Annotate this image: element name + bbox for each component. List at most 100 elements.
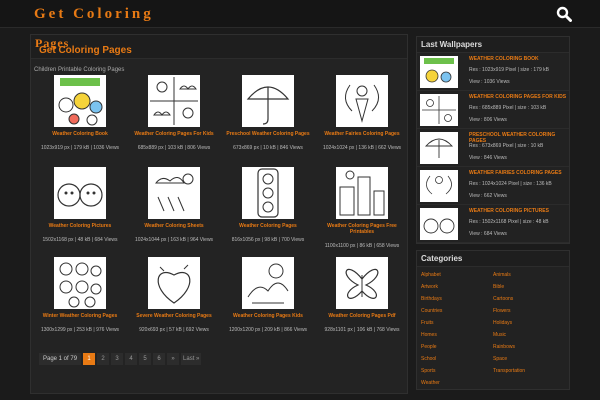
category-link-animals[interactable]: Animals bbox=[493, 271, 565, 279]
gallery-card[interactable]: Preschool Weather Coloring Pages 673x869… bbox=[222, 75, 314, 151]
coloring-page-thumbnail[interactable] bbox=[336, 167, 388, 219]
coloring-page-thumbnail[interactable] bbox=[336, 257, 388, 309]
pagination: Page 1 of 79 1 2 3 4 5 6 » Last » bbox=[39, 353, 202, 365]
category-link-cartoons[interactable]: Cartoons bbox=[493, 295, 565, 303]
wallpaper-views: View : 846 Views bbox=[469, 155, 507, 161]
coloring-page-thumbnail[interactable] bbox=[242, 257, 294, 309]
page-link-3[interactable]: 3 bbox=[111, 353, 124, 365]
wallpaper-views: View : 1036 Views bbox=[469, 79, 510, 85]
category-link-homes[interactable]: Homes bbox=[421, 331, 493, 339]
coloring-page-thumbnail[interactable] bbox=[242, 75, 294, 127]
card-title[interactable]: Weather Coloring Book bbox=[34, 131, 126, 137]
page-link-2[interactable]: 2 bbox=[97, 353, 110, 365]
category-link-birthdays[interactable]: Birthdays bbox=[421, 295, 493, 303]
gallery-card[interactable]: Weather Coloring Pictures 1502x1168 px |… bbox=[34, 167, 126, 243]
gallery-card[interactable]: Weather Coloring Pages Pdf 928x1101 px |… bbox=[316, 257, 408, 333]
wallpaper-title[interactable]: WEATHER COLORING PICTURES bbox=[469, 208, 549, 214]
gallery-card[interactable]: Weather Coloring Book 1023x919 px | 179 … bbox=[34, 75, 126, 151]
gallery-card[interactable]: Weather Coloring Sheets 1024x1044 px | 1… bbox=[128, 167, 220, 243]
coloring-page-thumbnail[interactable] bbox=[54, 257, 106, 309]
last-page-link[interactable]: Last » bbox=[181, 353, 202, 365]
wallpaper-item[interactable]: WEATHER COLORING PAGES FOR KIDS Res : 68… bbox=[417, 91, 569, 129]
gallery-card[interactable]: Weather Coloring Pages For Kids 685x889 … bbox=[128, 75, 220, 151]
coloring-page-thumbnail[interactable] bbox=[54, 75, 106, 127]
card-title[interactable]: Weather Coloring Pages For Kids bbox=[128, 131, 220, 137]
coloring-page-thumbnail[interactable] bbox=[148, 257, 200, 309]
wallpaper-resolution: Res : 1023x919 Pixel | size : 179 kB bbox=[469, 67, 549, 73]
page-link-6[interactable]: 6 bbox=[153, 353, 166, 365]
card-title[interactable]: Preschool Weather Coloring Pages bbox=[222, 131, 314, 137]
wallpaper-views: View : 662 Views bbox=[469, 193, 507, 199]
wallpaper-thumbnail[interactable] bbox=[420, 132, 458, 164]
card-meta: 920x693 px | 57 kB | 692 Views bbox=[139, 327, 209, 333]
gallery-card[interactable]: Weather Coloring Pages 816x1056 px | 98 … bbox=[222, 167, 314, 243]
main-header: Pages Get Coloring Pages bbox=[31, 35, 407, 59]
coloring-page-thumbnail[interactable] bbox=[148, 75, 200, 127]
category-link-school[interactable]: School bbox=[421, 355, 493, 363]
wallpaper-item[interactable]: WEATHER FAIRIES COLORING PAGES Res : 102… bbox=[417, 167, 569, 205]
wallpaper-thumbnail[interactable] bbox=[420, 56, 458, 88]
widget-title: Categories bbox=[417, 251, 569, 267]
coloring-page-thumbnail[interactable] bbox=[242, 167, 294, 219]
card-title[interactable]: Weather Coloring Pages Kids bbox=[222, 313, 314, 319]
search-icon[interactable] bbox=[556, 6, 572, 22]
category-link-music[interactable]: Music bbox=[493, 331, 565, 339]
page-link-1[interactable]: 1 bbox=[83, 353, 96, 365]
coloring-page-thumbnail[interactable] bbox=[336, 75, 388, 127]
card-title[interactable]: Weather Fairies Coloring Pages bbox=[316, 131, 408, 137]
category-link-countries[interactable]: Countries bbox=[421, 307, 493, 315]
page-link-4[interactable]: 4 bbox=[125, 353, 138, 365]
card-title[interactable]: Weather Coloring Pages bbox=[222, 223, 314, 229]
next-page-link[interactable]: » bbox=[167, 353, 180, 365]
card-meta: 1200x1200 px | 209 kB | 866 Views bbox=[228, 327, 308, 333]
wallpaper-resolution: Res : 1502x1168 Pixel | size : 48 kB bbox=[469, 219, 549, 225]
category-link-space[interactable]: Space bbox=[493, 355, 565, 363]
page-info: Page 1 of 79 bbox=[39, 353, 82, 365]
card-meta: 928x1101 px | 106 kB | 768 Views bbox=[324, 327, 400, 333]
category-link-alphabet[interactable]: Alphabet bbox=[421, 271, 493, 279]
card-title[interactable]: Weather Coloring Sheets bbox=[128, 223, 220, 229]
wallpaper-thumbnail[interactable] bbox=[420, 170, 458, 202]
gallery-card[interactable]: Weather Fairies Coloring Pages 1024x1024… bbox=[316, 75, 408, 151]
wallpaper-views: View : 806 Views bbox=[469, 117, 507, 123]
category-link-holidays[interactable]: Holidays bbox=[493, 319, 565, 327]
card-title[interactable]: Severe Weather Coloring Pages bbox=[128, 313, 220, 319]
card-meta: 1023x919 px | 179 kB | 1036 Views bbox=[40, 145, 120, 151]
page-subtitle: Get Coloring Pages bbox=[39, 45, 132, 56]
category-link-transportation[interactable]: Transportation bbox=[493, 367, 565, 375]
gallery-card[interactable]: Severe Weather Coloring Pages 920x693 px… bbox=[128, 257, 220, 333]
card-title[interactable]: Weather Coloring Pages Pdf bbox=[316, 313, 408, 319]
card-title[interactable]: Weather Coloring Pictures bbox=[34, 223, 126, 229]
category-link-bible[interactable]: Bible bbox=[493, 283, 565, 291]
category-link-flowers[interactable]: Flowers bbox=[493, 307, 565, 315]
card-title[interactable]: Winter Weather Coloring Pages bbox=[34, 313, 126, 319]
card-meta: 1024x1024 px | 136 kB | 662 Views bbox=[322, 145, 402, 151]
gallery-card[interactable]: Weather Coloring Pages Kids 1200x1200 px… bbox=[222, 257, 314, 333]
card-title[interactable]: Weather Coloring Pages Free Printables bbox=[316, 223, 408, 235]
site-logo[interactable]: Get Coloring bbox=[34, 6, 154, 23]
card-meta: 816x1056 px | 98 kB | 700 Views bbox=[231, 237, 305, 243]
wallpaper-title[interactable]: WEATHER FAIRIES COLORING PAGES bbox=[469, 170, 562, 176]
card-meta: 1024x1044 px | 163 kB | 964 Views bbox=[134, 237, 214, 243]
wallpaper-item[interactable]: PRESCHOOL WEATHER COLORING PAGES Res : 6… bbox=[417, 129, 569, 167]
wallpaper-thumbnail[interactable] bbox=[420, 94, 458, 126]
wallpaper-thumbnail[interactable] bbox=[420, 208, 458, 240]
wallpaper-title[interactable]: WEATHER COLORING PAGES FOR KIDS bbox=[469, 94, 566, 100]
wallpaper-title[interactable]: WEATHER COLORING BOOK bbox=[469, 56, 539, 62]
category-link-people[interactable]: People bbox=[421, 343, 493, 351]
category-link-sports[interactable]: Sports bbox=[421, 367, 493, 375]
wallpaper-item[interactable]: WEATHER COLORING PICTURES Res : 1502x116… bbox=[417, 205, 569, 243]
wallpaper-item[interactable]: WEATHER COLORING BOOK Res : 1023x919 Pix… bbox=[417, 53, 569, 91]
wallpaper-resolution: Res : 673x869 Pixel | size : 10 kB bbox=[469, 143, 544, 149]
category-link-rainbows[interactable]: Rainbows bbox=[493, 343, 565, 351]
coloring-page-thumbnail[interactable] bbox=[148, 167, 200, 219]
page-link-5[interactable]: 5 bbox=[139, 353, 152, 365]
gallery-card[interactable]: Weather Coloring Pages Free Printables 1… bbox=[316, 167, 408, 249]
last-wallpapers-widget: Last Wallpapers WEATHER COLORING BOOK Re… bbox=[416, 36, 570, 244]
gallery-card[interactable]: Winter Weather Coloring Pages 1300x1299 … bbox=[34, 257, 126, 333]
category-link-artwork[interactable]: Artwork bbox=[421, 283, 493, 291]
main-content: Pages Get Coloring Pages Children Printa… bbox=[30, 34, 408, 394]
category-link-weather[interactable]: Weather bbox=[421, 379, 493, 387]
category-link-fruits[interactable]: Fruits bbox=[421, 319, 493, 327]
coloring-page-thumbnail[interactable] bbox=[54, 167, 106, 219]
